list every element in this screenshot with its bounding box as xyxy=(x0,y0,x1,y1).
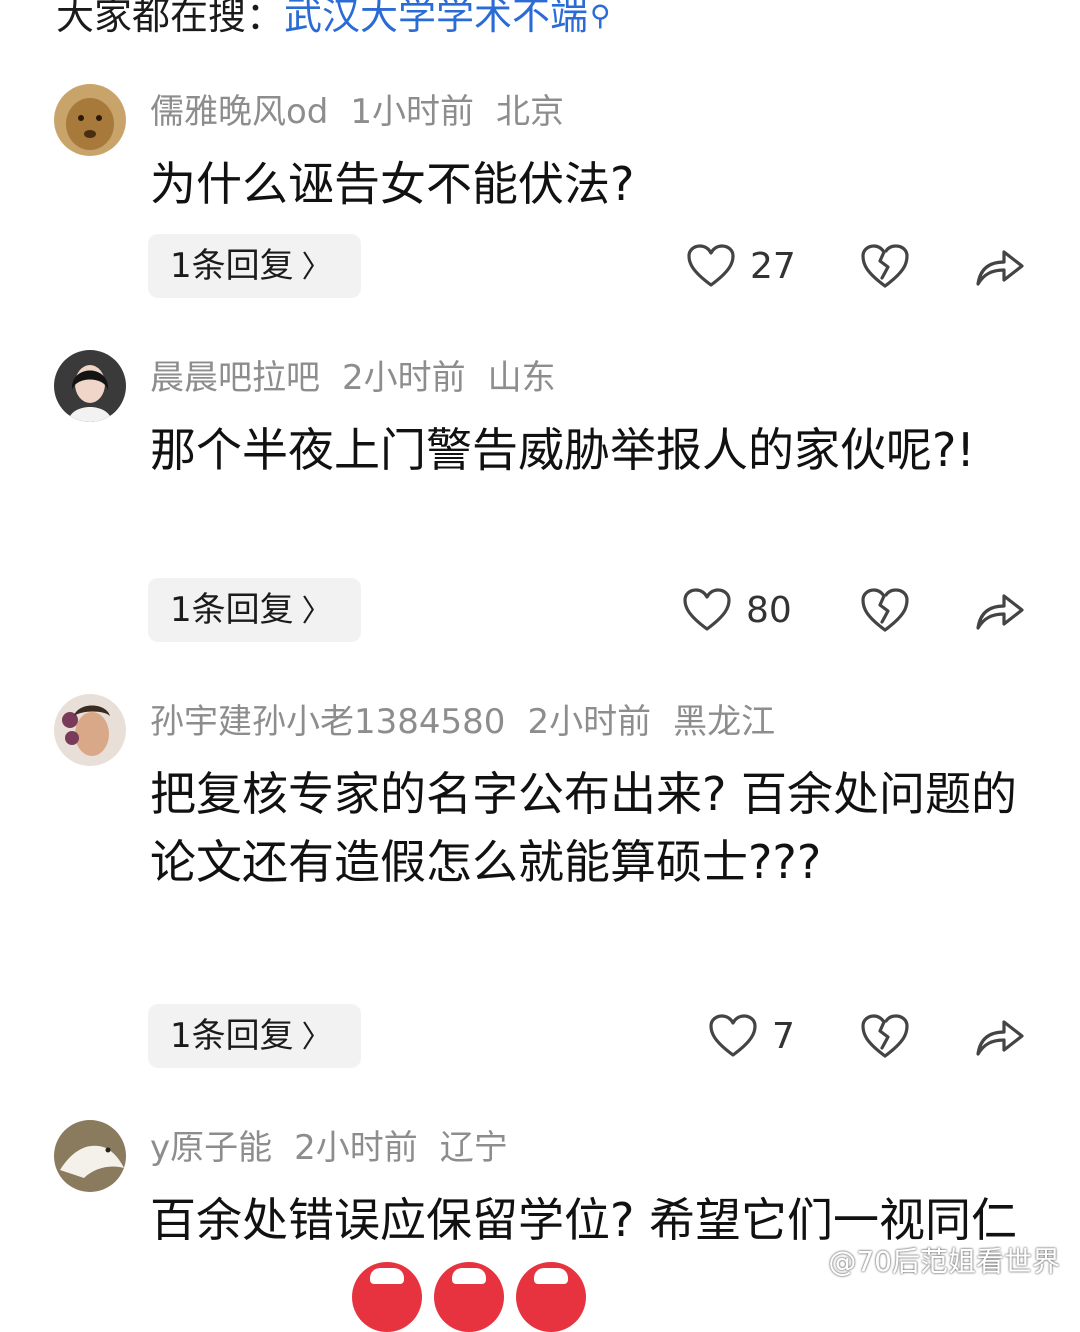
username[interactable]: 孙宇建孙小老1384580 xyxy=(150,702,505,742)
comment-meta: 晨晨吧拉吧 2小时前 山东 xyxy=(150,356,578,400)
comment-meta: 儒雅晚风od 1小时前 北京 xyxy=(150,90,586,134)
red-envelope-emoji-icon xyxy=(434,1262,504,1332)
watermark: @70后范姐看世界 xyxy=(828,1245,1060,1278)
comment-meta: 孙宇建孙小老1384580 2小时前 黑龙江 xyxy=(150,700,797,744)
avatar[interactable] xyxy=(54,694,126,766)
share-arrow-icon[interactable] xyxy=(974,244,1026,288)
comment-location: 辽宁 xyxy=(439,1128,508,1168)
avatar[interactable] xyxy=(54,84,126,156)
heart-outline-icon xyxy=(709,1014,757,1057)
red-envelope-emoji-icon xyxy=(352,1262,422,1332)
comment-actions: 80 xyxy=(0,578,1080,642)
comment-time: 2小时前 xyxy=(294,1128,418,1168)
share-arrow-icon[interactable] xyxy=(974,588,1026,632)
username[interactable]: 儒雅晚风od xyxy=(150,92,328,132)
avatar[interactable] xyxy=(54,350,126,422)
comment-actions: 27 xyxy=(0,234,1080,298)
comment-meta: y原子能 2小时前 辽宁 xyxy=(150,1126,530,1170)
comment-text: 为什么诬告女不能伏法? xyxy=(150,157,635,211)
comment-location: 黑龙江 xyxy=(673,702,776,742)
search-icon: ⚲ xyxy=(590,0,611,32)
like-count: 7 xyxy=(772,1015,795,1057)
search-suggestion[interactable]: 大家都在搜：武汉大学学术不端⚲ xyxy=(56,0,611,46)
broken-heart-icon[interactable] xyxy=(860,242,910,290)
red-envelope-emoji-icon xyxy=(516,1262,586,1332)
like-count: 27 xyxy=(750,245,796,287)
share-arrow-icon[interactable] xyxy=(974,1014,1026,1058)
search-suggestion-prefix: 大家都在搜： xyxy=(56,0,285,38)
broken-heart-icon[interactable] xyxy=(860,1012,910,1060)
comment-time: 2小时前 xyxy=(342,358,466,398)
username[interactable]: 晨晨吧拉吧 xyxy=(150,358,320,398)
comment-text: 把复核专家的名字公布出来? 百余处问题的论文还有造假怎么就能算硕士??? xyxy=(150,767,1018,889)
search-suggestion-term[interactable]: 武汉大学学术不端 xyxy=(284,0,588,38)
heart-outline-icon xyxy=(687,244,735,287)
comment-location: 北京 xyxy=(496,92,565,132)
avatar[interactable] xyxy=(54,1120,126,1192)
emoji-row xyxy=(352,1262,592,1332)
like-button[interactable]: 80 xyxy=(682,584,792,636)
comment-time: 2小时前 xyxy=(527,702,652,742)
comment-location: 山东 xyxy=(487,358,556,398)
comment-text: 那个半夜上门警告威胁举报人的家伙呢?! xyxy=(150,423,975,477)
comment-actions: 7 xyxy=(0,1004,1080,1068)
like-button[interactable]: 7 xyxy=(708,1010,795,1062)
heart-outline-icon xyxy=(683,588,731,631)
username[interactable]: y原子能 xyxy=(150,1128,272,1168)
broken-heart-icon[interactable] xyxy=(860,586,910,634)
like-count: 80 xyxy=(746,589,792,631)
like-button[interactable]: 27 xyxy=(686,240,796,292)
comment-time: 1小时前 xyxy=(350,92,475,132)
